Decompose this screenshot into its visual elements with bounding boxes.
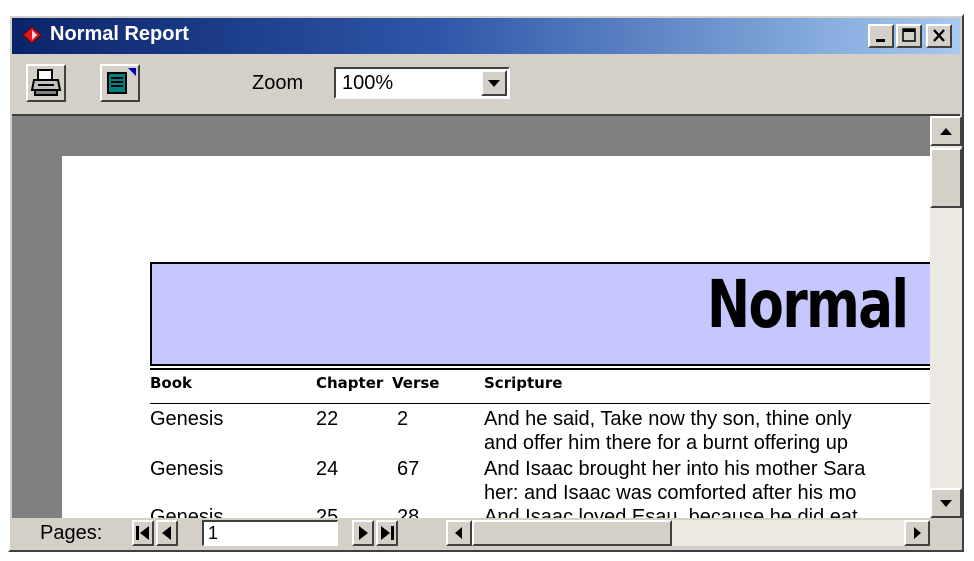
cell-scripture-cont: her: and Isaac was comforted after his m…	[484, 482, 857, 504]
column-header-verse: Verse	[392, 374, 440, 392]
export-button[interactable]	[100, 64, 140, 102]
minimize-button[interactable]	[868, 24, 894, 48]
arrow-left-icon	[455, 527, 462, 539]
cell-book: Genesis	[150, 458, 224, 480]
scroll-left-button[interactable]	[446, 520, 472, 546]
horizontal-scrollbar[interactable]	[446, 520, 930, 546]
horizontal-scroll-thumb[interactable]	[472, 520, 672, 546]
next-page-icon	[359, 526, 368, 540]
cell-book: Genesis	[150, 408, 224, 430]
last-page-button[interactable]	[376, 520, 398, 546]
chevron-down-icon	[488, 80, 500, 87]
vertical-scroll-thumb[interactable]	[930, 148, 962, 208]
previous-page-button[interactable]	[156, 520, 178, 546]
report-book-icon	[22, 26, 42, 44]
page-number-input[interactable]: 1	[202, 520, 338, 546]
cell-chapter: 24	[316, 458, 339, 480]
title-bar[interactable]: Normal Report	[12, 18, 960, 54]
first-page-button[interactable]	[132, 520, 154, 546]
column-header-scripture: Scripture	[484, 374, 563, 392]
column-header-book: Book	[150, 374, 193, 392]
cell-scripture: And Isaac loved Esau, because he did eat	[484, 506, 858, 518]
maximize-button[interactable]	[896, 24, 922, 48]
cell-chapter: 22	[316, 408, 339, 430]
export-icon	[107, 68, 136, 94]
next-page-button[interactable]	[352, 520, 374, 546]
cell-verse: 28	[397, 506, 420, 518]
first-page-icon	[136, 526, 149, 540]
column-header-chapter: Chapter	[316, 374, 384, 392]
report-banner: Normal	[150, 262, 930, 366]
cell-scripture: And Isaac brought her into his mother Sa…	[484, 458, 866, 480]
report-preview[interactable]: Normal Book Chapter Verse Scripture Gene…	[12, 116, 930, 518]
toolbar: Zoom 100%	[12, 56, 960, 116]
arrow-up-icon	[940, 128, 952, 135]
cell-scripture-cont: and offer him there for a burnt offering…	[484, 432, 848, 454]
cell-scripture: And he said, Take now thy son, thine onl…	[484, 408, 852, 430]
zoom-value: 100%	[342, 72, 394, 94]
report-title: Normal	[707, 266, 909, 343]
scroll-right-button[interactable]	[904, 520, 930, 546]
report-page: Normal Book Chapter Verse Scripture Gene…	[62, 156, 930, 518]
zoom-select[interactable]: 100%	[334, 67, 510, 99]
last-page-icon	[381, 526, 394, 540]
cell-book: Genesis	[150, 506, 224, 518]
zoom-dropdown-button[interactable]	[481, 70, 507, 96]
maximize-icon	[902, 28, 916, 42]
cell-verse: 2	[397, 408, 409, 430]
header-divider	[150, 368, 930, 370]
window-title: Normal Report	[50, 23, 189, 45]
close-icon	[933, 29, 945, 42]
size-grip[interactable]	[930, 518, 962, 548]
pages-label: Pages:	[40, 522, 103, 544]
previous-page-icon	[162, 526, 171, 540]
minimize-icon	[876, 39, 885, 42]
print-button[interactable]	[26, 64, 66, 102]
cell-chapter: 25	[316, 506, 339, 518]
arrow-right-icon	[914, 527, 921, 539]
zoom-label: Zoom	[252, 72, 304, 94]
close-button[interactable]	[926, 24, 952, 48]
scroll-up-button[interactable]	[930, 116, 962, 146]
printer-icon	[30, 69, 62, 96]
pager-bar: Pages: 1	[12, 518, 930, 548]
report-window: Normal Report Zoom 100% Normal Book Chap…	[8, 14, 964, 552]
scroll-down-button[interactable]	[930, 488, 962, 518]
header-underline	[150, 403, 930, 404]
cell-verse: 67	[397, 458, 420, 480]
vertical-scrollbar[interactable]	[930, 116, 962, 518]
arrow-down-icon	[940, 500, 952, 507]
